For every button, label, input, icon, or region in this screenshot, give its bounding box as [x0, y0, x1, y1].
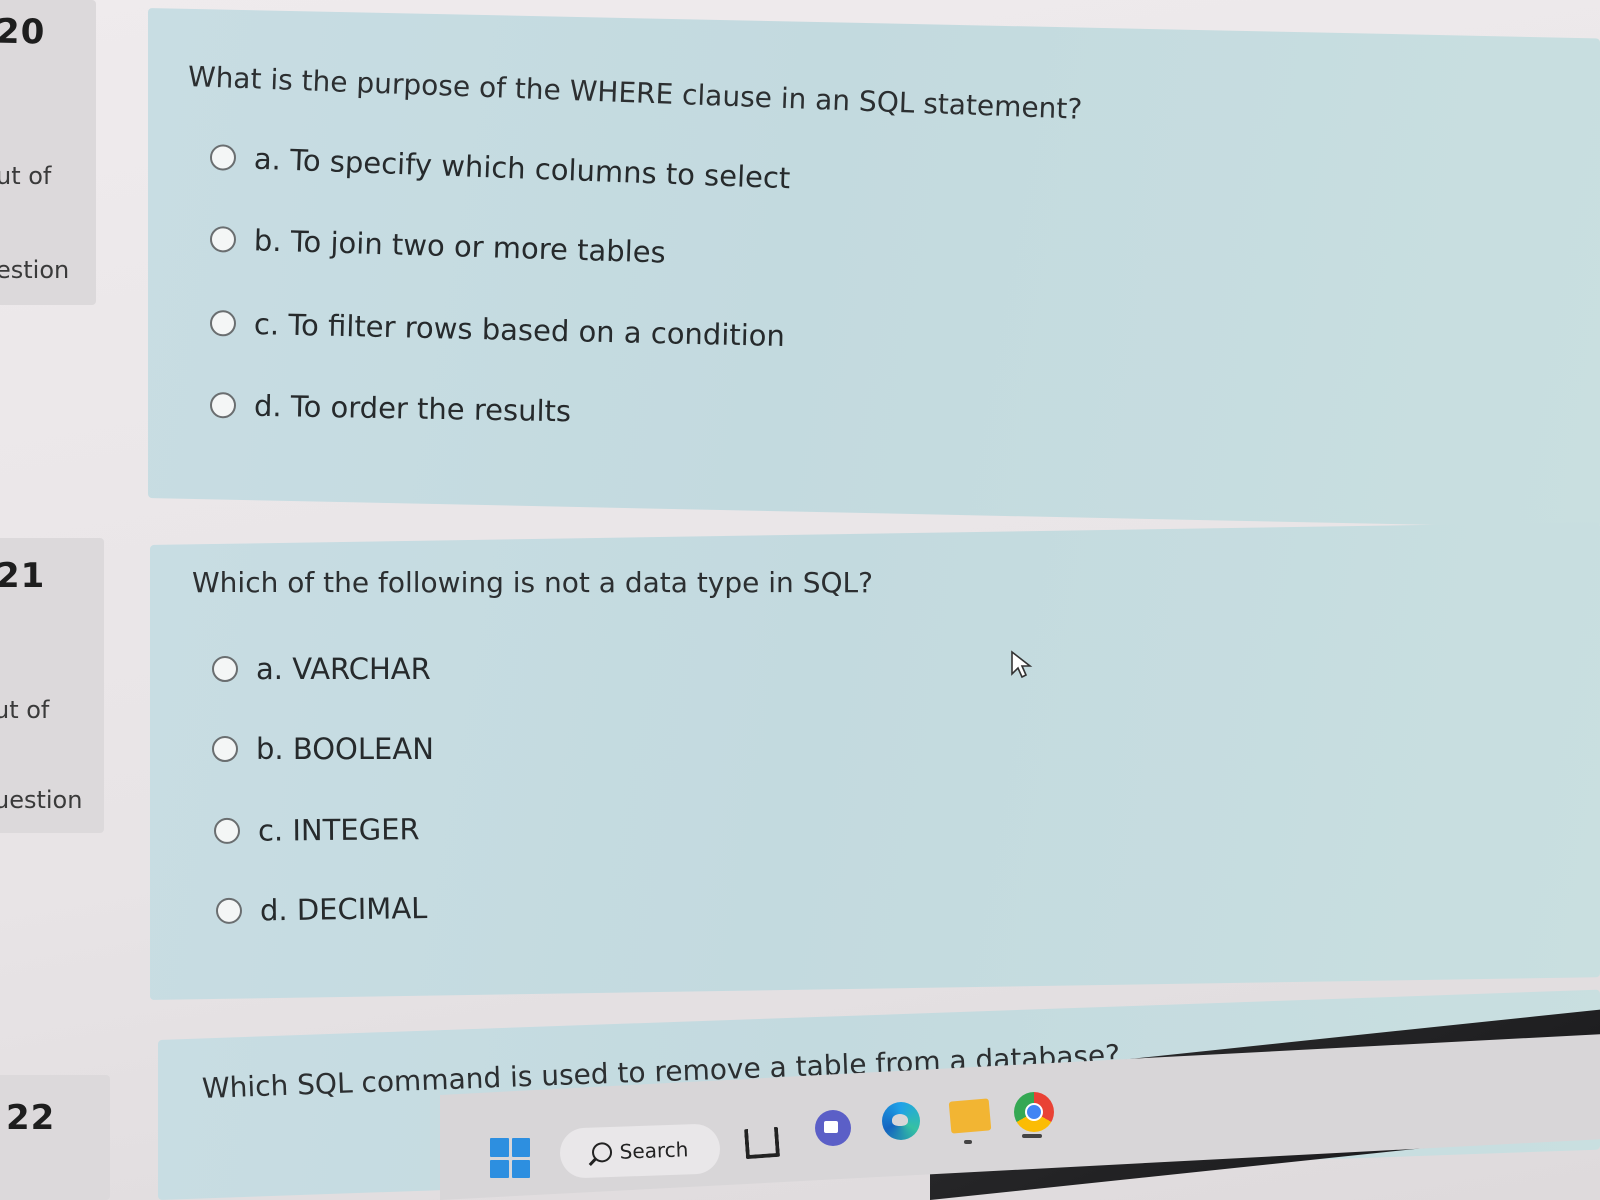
- question-number: 22: [6, 1098, 56, 1138]
- radio-button[interactable]: [209, 310, 237, 337]
- search-label: Search: [619, 1137, 689, 1164]
- radio-button[interactable]: [212, 736, 238, 762]
- option-label: c. INTEGER: [257, 812, 420, 848]
- option-label: d. To order the results: [253, 388, 572, 429]
- radio-button[interactable]: [213, 817, 241, 844]
- radio-button[interactable]: [209, 392, 237, 419]
- question-meta-text: ut of: [0, 696, 50, 724]
- radio-button[interactable]: [209, 144, 237, 171]
- chrome-icon[interactable]: [1014, 1092, 1054, 1132]
- teams-chat-icon[interactable]: [815, 1110, 851, 1146]
- question-meta-text: uestion: [0, 786, 83, 814]
- file-explorer-icon[interactable]: [743, 1126, 781, 1160]
- answer-option[interactable]: a. VARCHAR: [212, 652, 431, 686]
- windows-start-icon[interactable]: [490, 1138, 530, 1178]
- search-icon: [591, 1141, 613, 1163]
- quiz-page: 20 ut of estion What is the purpose of t…: [0, 0, 1600, 1200]
- answer-option[interactable]: d. To order the results: [209, 388, 572, 429]
- option-label: a. VARCHAR: [256, 652, 431, 686]
- mouse-cursor-icon: [1011, 650, 1033, 679]
- answer-option[interactable]: d. DECIMAL: [215, 891, 428, 928]
- option-label: d. DECIMAL: [259, 891, 428, 928]
- taskbar-search-button[interactable]: Search: [559, 1123, 721, 1179]
- question-number: 21: [0, 556, 46, 596]
- edge-icon[interactable]: [882, 1102, 920, 1140]
- question-meta-text: estion: [0, 256, 70, 284]
- question-number: 20: [0, 11, 46, 53]
- answer-option[interactable]: b. BOOLEAN: [212, 732, 434, 766]
- answer-option[interactable]: c. INTEGER: [213, 812, 420, 848]
- option-label: b. BOOLEAN: [256, 732, 434, 766]
- radio-button[interactable]: [212, 656, 238, 682]
- question-meta-text: ut of: [0, 162, 52, 190]
- radio-button[interactable]: [209, 226, 237, 253]
- running-indicator: [1022, 1134, 1042, 1138]
- running-indicator: [964, 1140, 972, 1144]
- radio-button[interactable]: [215, 897, 243, 924]
- folder-icon[interactable]: [948, 1098, 992, 1134]
- question-text: Which of the following is not a data typ…: [192, 566, 873, 599]
